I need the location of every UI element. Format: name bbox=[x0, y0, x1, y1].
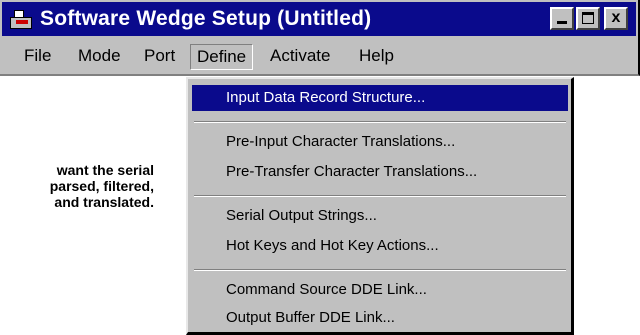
menu-file[interactable]: File bbox=[22, 46, 53, 66]
menu-separator bbox=[194, 121, 566, 123]
menu-item-pre-input-translations[interactable]: Pre-Input Character Translations... bbox=[192, 129, 568, 155]
minimize-button[interactable] bbox=[550, 7, 574, 30]
menu-help[interactable]: Help bbox=[357, 46, 396, 66]
wedge-app-icon[interactable] bbox=[10, 8, 34, 30]
maximize-icon bbox=[582, 12, 594, 24]
menu-item-pre-transfer-translations[interactable]: Pre-Transfer Character Translations... bbox=[192, 159, 568, 185]
menu-separator bbox=[194, 195, 566, 197]
menu-separator bbox=[194, 269, 566, 271]
menu-port[interactable]: Port bbox=[142, 46, 177, 66]
menu-activate[interactable]: Activate bbox=[268, 46, 332, 66]
title-bar[interactable]: Software Wedge Setup (Untitled) x bbox=[2, 2, 636, 36]
menu-item-hot-keys[interactable]: Hot Keys and Hot Key Actions... bbox=[192, 233, 568, 259]
menu-define[interactable]: Define bbox=[190, 44, 254, 70]
instruction-line-1: want the serial bbox=[56, 162, 154, 178]
define-dropdown-menu: Input Data Record Structure... Pre-Input… bbox=[186, 77, 574, 335]
menu-item-input-data-record-structure[interactable]: Input Data Record Structure... bbox=[192, 85, 568, 111]
menu-item-serial-output-strings[interactable]: Serial Output Strings... bbox=[192, 203, 568, 229]
maximize-button[interactable] bbox=[576, 7, 600, 30]
close-button[interactable]: x bbox=[604, 7, 628, 30]
minimize-icon bbox=[557, 21, 567, 24]
menu-mode[interactable]: Mode bbox=[76, 46, 123, 66]
instruction-line-2: parsed, filtered, bbox=[49, 178, 154, 194]
window-title: Software Wedge Setup (Untitled) bbox=[40, 7, 372, 30]
menu-item-output-buffer-dde-link[interactable]: Output Buffer DDE Link... bbox=[192, 305, 568, 331]
menu-bar: File Mode Port Define Activate Help bbox=[2, 40, 636, 72]
app-window: Software Wedge Setup (Untitled) x File M… bbox=[0, 0, 640, 76]
menu-item-command-source-dde-link[interactable]: Command Source DDE Link... bbox=[192, 277, 568, 303]
instruction-line-3: and translated. bbox=[54, 194, 154, 210]
instruction-text: want the serial parsed, filtered, and tr… bbox=[0, 162, 154, 210]
